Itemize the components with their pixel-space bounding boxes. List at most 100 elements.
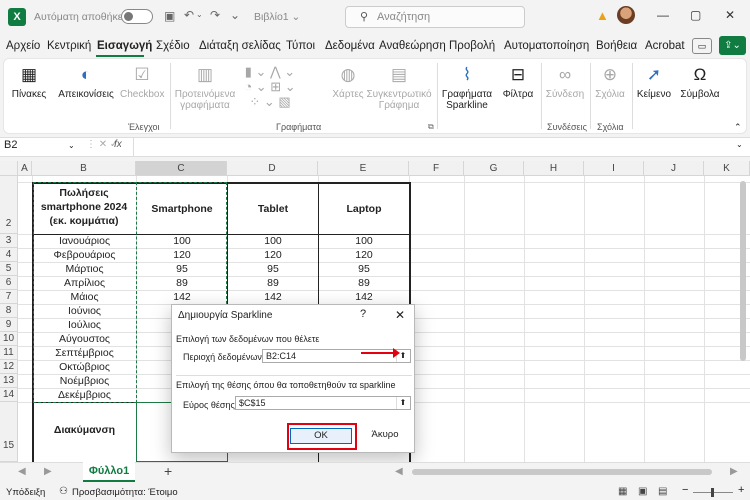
page-break-view-icon[interactable]: ▤ [658, 486, 667, 497]
search-box[interactable]: ⚲ Αναζήτηση [345, 6, 525, 28]
menu-view[interactable]: Προβολή [449, 40, 495, 52]
menu-help[interactable]: Βοήθεια [596, 40, 637, 52]
recommended-charts-button[interactable]: ▥ Προτεινόμενα γραφήματα [174, 64, 236, 111]
expand-formula-icon[interactable]: ⌄ [736, 140, 743, 149]
page-layout-view-icon[interactable]: ▣ [638, 486, 647, 497]
close-window-icon[interactable]: ✕ [725, 8, 735, 22]
column-header[interactable]: K [704, 161, 750, 176]
column-header[interactable]: I [584, 161, 644, 176]
vertical-scrollbar[interactable] [740, 181, 746, 361]
value-cell[interactable]: 89 [228, 277, 318, 289]
undo-icon[interactable]: ↶ [184, 8, 194, 22]
help-icon[interactable]: ? [360, 308, 366, 320]
cancel-button[interactable]: Άκυρο [357, 428, 413, 444]
insert-function-icon[interactable]: fx [114, 139, 122, 150]
comment-button[interactable]: ⊕ Σχόλια [592, 64, 628, 100]
column-header[interactable]: D [227, 161, 318, 176]
value-cell[interactable]: 100 [228, 235, 318, 247]
zoom-in-icon[interactable]: + [738, 484, 744, 496]
checkbox-button[interactable]: ☑ Checkbox [120, 64, 164, 100]
row-header[interactable]: 10 [0, 332, 18, 346]
minimize-icon[interactable]: — [657, 8, 669, 22]
maps-button[interactable]: ◍ Χάρτες [330, 64, 366, 100]
column-header[interactable]: A [18, 161, 32, 176]
sheet-tab-active[interactable]: Φύλλο1 [83, 462, 135, 482]
next-sheet-icon[interactable]: ▶ [44, 466, 52, 477]
formula-input[interactable] [138, 140, 728, 154]
file-name[interactable]: Βιβλίο1 ⌄ [254, 11, 300, 23]
comments-icon[interactable]: ▭ [692, 38, 712, 54]
normal-view-icon[interactable]: ▦ [618, 486, 627, 497]
illustrations-button[interactable]: ◐ Απεικονίσεις [56, 64, 116, 100]
column-header[interactable]: J [644, 161, 704, 176]
horizontal-scroll-left-icon[interactable]: ◀ [395, 466, 403, 477]
row-header[interactable]: 4 [0, 248, 18, 262]
chart-types-grid[interactable]: ▮ ⌄ ⋀ ⌄ ◔ ⌄ ⊞ ⌄ ⁘ ⌄ ▧ [238, 64, 302, 109]
add-sheet-icon[interactable]: + [164, 463, 172, 479]
zoom-out-icon[interactable]: − [682, 484, 688, 496]
filters-button[interactable]: ⊟ Φίλτρα [498, 64, 538, 100]
name-box-dropdown-icon[interactable]: ⌄ [68, 141, 75, 150]
menu-automate[interactable]: Αυτοματοποίηση [504, 40, 589, 52]
row-header[interactable]: 14 [0, 388, 18, 402]
menu-insert[interactable]: Εισαγωγή [97, 40, 152, 52]
column-header[interactable]: H [524, 161, 584, 176]
select-all-corner[interactable] [0, 161, 18, 176]
zoom-slider-thumb[interactable] [711, 488, 714, 497]
value-cell[interactable]: 120 [319, 249, 409, 261]
menu-file[interactable]: Αρχείο [6, 40, 40, 52]
header-cell[interactable]: Laptop [319, 203, 409, 215]
value-cell[interactable]: 142 [319, 291, 409, 303]
location-range-input[interactable]: $C$15 ⬆ [235, 396, 411, 410]
row-header[interactable]: 3 [0, 234, 18, 248]
warning-icon[interactable]: ▲ [596, 8, 609, 23]
value-cell[interactable]: 89 [319, 277, 409, 289]
dialog-launcher-icon[interactable]: ⧉ [428, 122, 434, 132]
maximize-icon[interactable]: ▢ [690, 8, 701, 22]
row-header[interactable]: 12 [0, 360, 18, 374]
collapse-dialog-icon[interactable]: ⬆ [396, 397, 409, 409]
collapse-ribbon-icon[interactable]: ⌃ [734, 122, 742, 133]
status-accessibility[interactable]: Προσβασιμότητα: Έτοιμο [72, 487, 178, 498]
row-header[interactable]: 11 [0, 346, 18, 360]
customize-toolbar-icon[interactable]: ⌄ [230, 8, 240, 22]
row-header[interactable]: 2 [0, 176, 18, 234]
menu-home[interactable]: Κεντρική [47, 40, 91, 52]
value-cell[interactable]: 100 [319, 235, 409, 247]
header-cell[interactable]: Tablet [228, 203, 318, 215]
value-cell[interactable]: 95 [228, 263, 318, 275]
value-cell[interactable]: 142 [228, 291, 318, 303]
menu-draw[interactable]: Σχέδιο [156, 40, 190, 52]
previous-sheet-icon[interactable]: ◀ [18, 466, 26, 477]
menu-review[interactable]: Αναθεώρηση [379, 40, 446, 52]
row-header[interactable]: 5 [0, 262, 18, 276]
row-header[interactable]: 15 [0, 402, 18, 462]
value-cell[interactable]: 120 [228, 249, 318, 261]
text-button[interactable]: ➚ Κείμενο [634, 64, 674, 100]
avatar[interactable] [617, 6, 635, 24]
column-header[interactable]: E [318, 161, 409, 176]
column-header[interactable]: G [464, 161, 524, 176]
row-header[interactable]: 8 [0, 304, 18, 318]
menu-page-layout[interactable]: Διάταξη σελίδας [199, 40, 281, 52]
value-cell[interactable]: 95 [319, 263, 409, 275]
horizontal-scrollbar[interactable] [412, 469, 712, 475]
column-header[interactable]: B [32, 161, 136, 176]
accessibility-icon[interactable]: ⚇ [59, 486, 68, 497]
pivot-chart-button[interactable]: ▤ Συγκεντρωτικό Γράφημα [366, 64, 432, 111]
menu-formulas[interactable]: Τύποι [286, 40, 315, 52]
horizontal-scroll-right-icon[interactable]: ▶ [730, 466, 738, 477]
dialog-close-icon[interactable]: ✕ [395, 308, 405, 322]
row-header[interactable]: 7 [0, 290, 18, 304]
sparklines-button[interactable]: ⌇ Γραφήματα Sparkline [440, 64, 494, 111]
row-header[interactable]: 13 [0, 374, 18, 388]
row-header[interactable]: 6 [0, 276, 18, 290]
save-icon[interactable]: ▣ [164, 9, 175, 23]
menu-data[interactable]: Δεδομένα [325, 40, 375, 52]
tables-button[interactable]: ▦ Πίνακες [10, 64, 48, 100]
redo-icon[interactable]: ↷ [210, 8, 220, 22]
menu-acrobat[interactable]: Acrobat [645, 40, 685, 52]
undo-dropdown-icon[interactable]: ⌄ [196, 10, 203, 19]
autosave-toggle[interactable] [121, 9, 153, 24]
row-header[interactable]: 9 [0, 318, 18, 332]
